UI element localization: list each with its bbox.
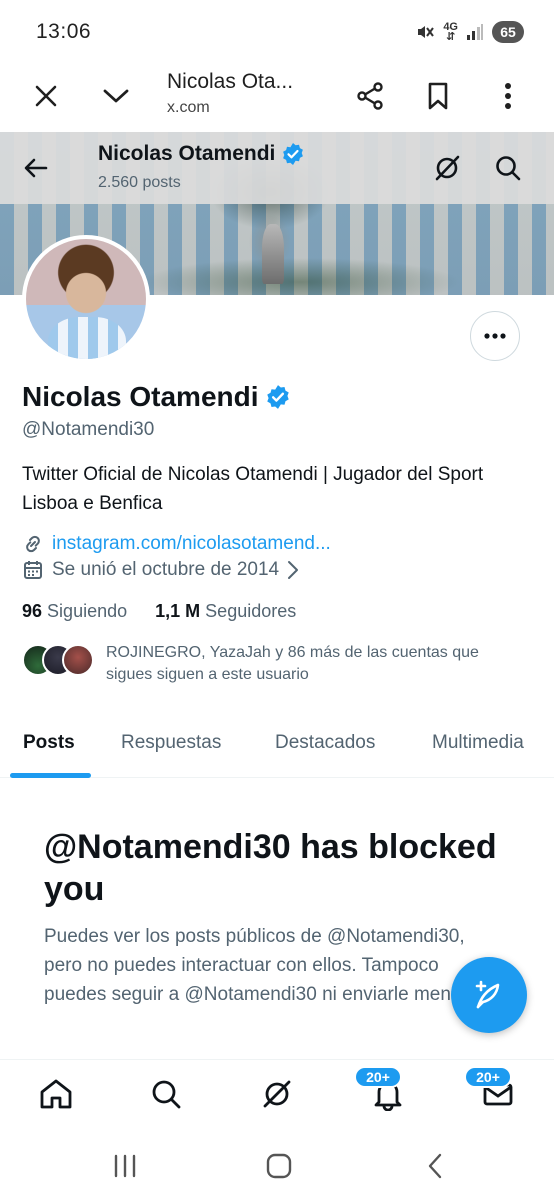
compose-feather-icon xyxy=(475,980,500,1009)
following-count: 96 xyxy=(22,601,43,621)
search-icon xyxy=(152,1080,181,1109)
search-icon[interactable] xyxy=(492,152,524,184)
share-icon[interactable] xyxy=(348,74,392,118)
link-icon xyxy=(26,535,40,553)
bookmark-icon[interactable] xyxy=(416,74,460,118)
followers-you-know-avatars xyxy=(22,644,96,678)
profile-name-text: Nicolas Otamendi xyxy=(22,381,259,412)
back-button-icon[interactable] xyxy=(420,1151,450,1181)
followers-you-know[interactable]: ROJINEGRO, YazaJah y 86 más de las cuent… xyxy=(22,642,526,686)
status-icons: 4G ⇵ 65 xyxy=(415,20,524,44)
home-button-icon[interactable] xyxy=(264,1151,294,1181)
header-post-count: 2.560 posts xyxy=(98,174,181,191)
messages-badge: 20+ xyxy=(464,1066,512,1088)
grok-icon xyxy=(263,1080,291,1108)
tab-highlights[interactable]: Destacados xyxy=(275,732,375,754)
verified-icon xyxy=(266,385,289,409)
profile-website: instagram.com/nicolasotamend... xyxy=(22,533,331,555)
following-link[interactable]: 96 Siguiendo xyxy=(22,601,127,622)
followers-label: Seguidores xyxy=(205,601,297,621)
avatar xyxy=(62,644,94,676)
more-vertical-icon[interactable] xyxy=(486,74,530,118)
profile-name: Nicolas Otamendi xyxy=(22,381,291,413)
verified-icon xyxy=(283,143,304,165)
header-name-text: Nicolas Otamendi xyxy=(98,142,276,165)
status-time: 13:06 xyxy=(36,20,92,43)
home-icon xyxy=(40,1079,72,1109)
network-4g-icon: 4G ⇵ xyxy=(443,21,458,43)
profile-joined[interactable]: Se unió el octubre de 2014 xyxy=(22,559,299,581)
nav-search[interactable] xyxy=(146,1074,186,1114)
avatar[interactable] xyxy=(22,235,150,363)
profile-tabs: Posts Respuestas Destacados Multimedia xyxy=(0,712,554,778)
nav-home[interactable] xyxy=(36,1074,76,1114)
tab-replies[interactable]: Respuestas xyxy=(121,732,221,754)
profile-link[interactable]: instagram.com/nicolasotamend... xyxy=(52,533,331,555)
mute-icon xyxy=(418,26,435,38)
signal-icon xyxy=(467,24,483,40)
notifications-badge: 20+ xyxy=(354,1066,402,1088)
system-nav-bar xyxy=(0,1131,554,1200)
network-label: 4G xyxy=(443,21,458,33)
browser-title: Nicolas Ota... xyxy=(167,70,294,93)
back-arrow-icon[interactable] xyxy=(20,152,52,184)
bottom-nav: 20+ 20+ xyxy=(0,1059,554,1131)
blocked-text: Puedes ver los posts públicos de @Notame… xyxy=(44,926,501,1005)
trophy-shape xyxy=(262,224,284,284)
nav-messages[interactable]: 20+ xyxy=(464,1066,518,1114)
nav-notifications[interactable]: 20+ xyxy=(354,1066,408,1114)
recent-apps-icon[interactable] xyxy=(110,1151,140,1181)
followers-you-know-text: ROJINEGRO, YazaJah y 86 más de las cuent… xyxy=(106,644,479,683)
close-icon[interactable] xyxy=(24,74,68,118)
avatar-photo xyxy=(48,317,126,359)
more-options-button[interactable] xyxy=(470,311,520,361)
following-label: Siguiendo xyxy=(47,601,128,621)
tab-posts[interactable]: Posts xyxy=(23,732,75,754)
profile-handle: @Notamendi30 xyxy=(22,419,155,440)
followers-count: 1,1 M xyxy=(155,601,201,621)
nav-grok[interactable] xyxy=(257,1074,297,1114)
chevron-down-icon[interactable] xyxy=(94,74,138,118)
calendar-icon xyxy=(24,561,42,579)
more-horizontal-icon xyxy=(484,333,506,339)
joined-text: Se unió el octubre de 2014 xyxy=(52,559,280,580)
follow-stats: 96 Siguiendo 1,1 M Seguidores xyxy=(22,601,296,622)
profile-header-bar: Nicolas Otamendi 2.560 posts xyxy=(0,132,554,204)
active-tab-indicator xyxy=(10,773,91,778)
grok-icon[interactable] xyxy=(431,152,463,184)
compose-post-button[interactable] xyxy=(451,957,527,1033)
profile-bio: Twitter Oficial de Nicolas Otamendi | Ju… xyxy=(22,464,484,514)
followers-link[interactable]: 1,1 M Seguidores xyxy=(155,601,296,622)
browser-bar: Nicolas Ota... x.com xyxy=(0,64,554,132)
battery-icon: 65 xyxy=(492,21,524,43)
chevron-right-icon xyxy=(288,561,299,579)
browser-url[interactable]: x.com xyxy=(167,99,210,117)
tab-media[interactable]: Multimedia xyxy=(432,732,524,754)
header-name: Nicolas Otamendi xyxy=(98,142,305,166)
status-bar: 13:06 4G ⇵ 65 xyxy=(0,0,554,64)
blocked-title: @Notamendi30 has blocked you xyxy=(44,828,497,908)
